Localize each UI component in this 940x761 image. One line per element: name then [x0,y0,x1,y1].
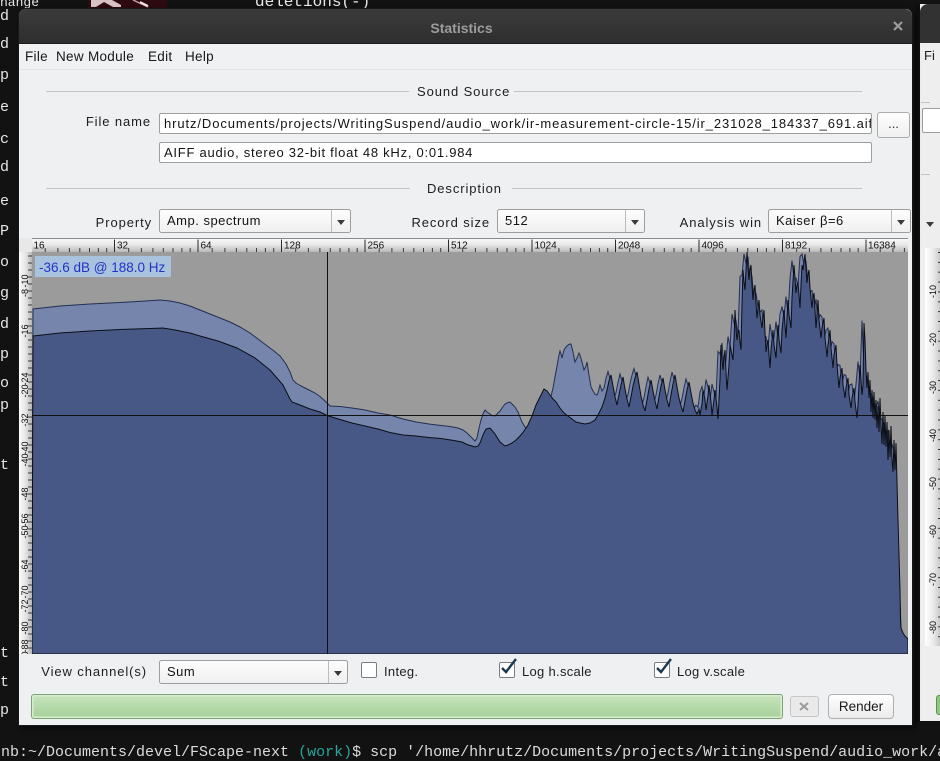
svg-text:1024: 1024 [535,241,558,252]
svg-text:-50: -50 [20,525,30,538]
svg-text:64: 64 [201,241,213,252]
svg-text:-72: -72 [20,599,30,612]
svg-text:-40: -40 [928,429,938,442]
svg-text:-8: -8 [20,289,30,297]
svg-text:-20: -20 [928,333,938,346]
svg-text:32: 32 [117,241,129,252]
svg-text:8192: 8192 [785,241,808,252]
svg-text:16: 16 [34,241,46,252]
svg-text:-24: -24 [20,372,30,385]
svg-text:-80: -80 [928,621,938,634]
svg-text:256: 256 [368,241,385,252]
svg-text:-64: -64 [20,559,30,572]
svg-text:-40: -40 [20,453,30,466]
svg-text:-70: -70 [928,573,938,586]
svg-text:-32: -32 [20,413,30,426]
svg-text:-70: -70 [20,585,30,598]
svg-text:-56: -56 [20,513,30,526]
svg-text:-10: -10 [20,274,30,287]
svg-text:2048: 2048 [618,241,641,252]
svg-text:-80: -80 [20,651,30,654]
svg-text:-48: -48 [20,487,30,500]
svg-text:-88: -88 [20,639,30,652]
svg-text:-30: -30 [928,381,938,394]
svg-text:-80: -80 [20,621,30,634]
svg-text:512: 512 [451,241,468,252]
svg-text:-50: -50 [928,477,938,490]
svg-text:128: 128 [284,241,301,252]
svg-text:-10: -10 [928,285,938,298]
svg-text:-20: -20 [20,384,30,397]
svg-text:-60: -60 [928,525,938,538]
svg-text:-16: -16 [20,324,30,337]
svg-text:16384: 16384 [868,241,896,252]
svg-text:-36.6 dB @ 188.0 Hz: -36.6 dB @ 188.0 Hz [39,260,166,275]
svg-text:4096: 4096 [702,241,725,252]
svg-text:-40: -40 [20,441,30,454]
